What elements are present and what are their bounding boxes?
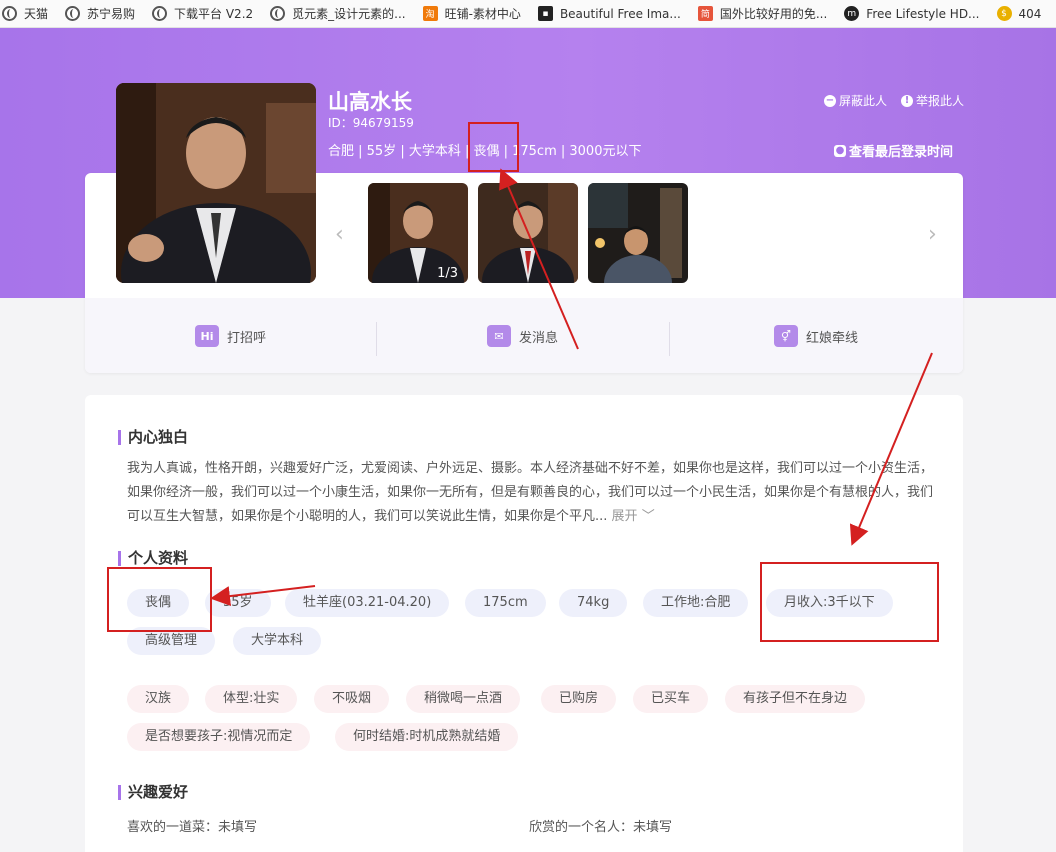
gallery-thumb[interactable]: 1/3 bbox=[368, 183, 468, 283]
profile-tag: 体型:壮实 bbox=[205, 685, 298, 713]
globe-icon bbox=[65, 6, 81, 21]
profile-id: ID：94679159 bbox=[328, 116, 414, 130]
annotation-box bbox=[760, 562, 939, 642]
report-user-link[interactable]: ! 举报此人 bbox=[901, 92, 964, 109]
camera-icon: ▪ bbox=[537, 6, 553, 21]
expand-link[interactable]: 展开 ﹀ bbox=[612, 509, 655, 524]
coin-icon: $ bbox=[996, 6, 1012, 21]
minus-circle-icon: − bbox=[824, 94, 836, 107]
chevron-left-icon[interactable]: ‹ bbox=[335, 222, 344, 247]
gallery-thumb[interactable] bbox=[478, 183, 578, 283]
profile-name: 山高水长 bbox=[328, 90, 412, 114]
bookmarks-bar: 天猫 苏宁易购 下载平台 V2.2 觅元素_设计元素的... 淘旺铺-素材中心 … bbox=[0, 0, 1056, 28]
profile-tag: 55岁 bbox=[205, 589, 271, 617]
divider bbox=[669, 322, 670, 356]
profile-tag: 175cm bbox=[465, 589, 546, 617]
globe-icon bbox=[2, 6, 17, 21]
profile-tag: 何时结婚:时机成熟就结婚 bbox=[335, 723, 519, 751]
avatar[interactable] bbox=[116, 83, 316, 283]
profile-tag: 工作地:合肥 bbox=[643, 589, 749, 617]
profile-tag: 74kg bbox=[559, 589, 628, 617]
thumb-photo bbox=[478, 183, 578, 283]
bookmark-item[interactable]: ▪ Beautiful Free Ima... bbox=[537, 0, 681, 27]
matchmaker-button[interactable]: ⚥ 红娘牵线 bbox=[774, 325, 858, 347]
profile-tag: 是否想要孩子:视情况而定 bbox=[127, 723, 311, 751]
m-icon: m bbox=[844, 6, 860, 21]
globe-icon bbox=[152, 6, 168, 21]
hobbies-title: 兴趣爱好 bbox=[118, 785, 188, 800]
last-login-link[interactable]: ● 查看最后登录时间 bbox=[834, 141, 953, 160]
annotation-box bbox=[107, 567, 212, 632]
profile-tag: 有孩子但不在身边 bbox=[725, 685, 866, 713]
gallery-counter: 1/3 bbox=[437, 266, 458, 281]
greet-button[interactable]: Hi 打招呼 bbox=[195, 325, 266, 347]
profile-tag: 大学本科 bbox=[233, 627, 322, 655]
profile-tag: 不吸烟 bbox=[314, 685, 390, 713]
admired-celebrity: 欣赏的一个名人：未填写 bbox=[529, 820, 673, 835]
bookmark-item[interactable]: 淘旺铺-素材中心 bbox=[422, 0, 521, 27]
chevron-right-icon[interactable]: › bbox=[928, 222, 937, 247]
bookmark-item[interactable]: 简国外比较好用的免... bbox=[697, 0, 827, 27]
message-button[interactable]: ✉ 发消息 bbox=[487, 325, 558, 347]
bookmark-item[interactable]: 觅元素_设计元素的... bbox=[270, 0, 406, 27]
bookmark-item[interactable]: m Free Lifestyle HD... bbox=[844, 0, 980, 27]
divider bbox=[376, 322, 377, 356]
bookmark-item[interactable]: 苏宁易购 bbox=[65, 0, 135, 27]
annotation-box bbox=[468, 122, 519, 172]
bookmark-item[interactable]: $404 bbox=[996, 0, 1041, 27]
hi-icon: Hi bbox=[195, 325, 219, 347]
gender-icon: ⚥ bbox=[774, 325, 798, 347]
chevron-down-icon: ﹀ bbox=[641, 509, 655, 524]
monologue-title: 内心独白 bbox=[118, 430, 188, 445]
alert-circle-icon: ! bbox=[901, 94, 913, 107]
favorite-dish: 喜欢的一道菜：未填写 bbox=[127, 820, 258, 835]
block-user-link[interactable]: − 屏蔽此人 bbox=[824, 92, 887, 109]
jian-icon: 简 bbox=[697, 6, 713, 21]
profile-tag: 已购房 bbox=[541, 685, 617, 713]
personal-title: 个人资料 bbox=[118, 551, 188, 566]
profile-tag: 稍微喝一点酒 bbox=[406, 685, 521, 713]
gallery-thumb[interactable] bbox=[588, 183, 688, 283]
thumb-photo bbox=[588, 183, 688, 283]
profile-tag: 牡羊座(03.21-04.20) bbox=[285, 589, 450, 617]
monologue-text: 我为人真诚，性格开朗，兴趣爱好广泛，尤爱阅读、户外远足、摄影。本人经济基础不好不… bbox=[127, 461, 934, 524]
globe-icon bbox=[270, 6, 286, 21]
bookmark-item[interactable]: 下载平台 V2.2 bbox=[152, 0, 253, 27]
avatar-photo bbox=[116, 83, 316, 283]
taobao-icon: 淘 bbox=[422, 6, 438, 21]
user-clock-icon: ● bbox=[834, 144, 846, 157]
envelope-icon: ✉ bbox=[487, 325, 511, 347]
bookmark-item[interactable]: 天猫 bbox=[2, 0, 48, 27]
profile-tag: 已买车 bbox=[633, 685, 709, 713]
profile-tag: 汉族 bbox=[127, 685, 190, 713]
